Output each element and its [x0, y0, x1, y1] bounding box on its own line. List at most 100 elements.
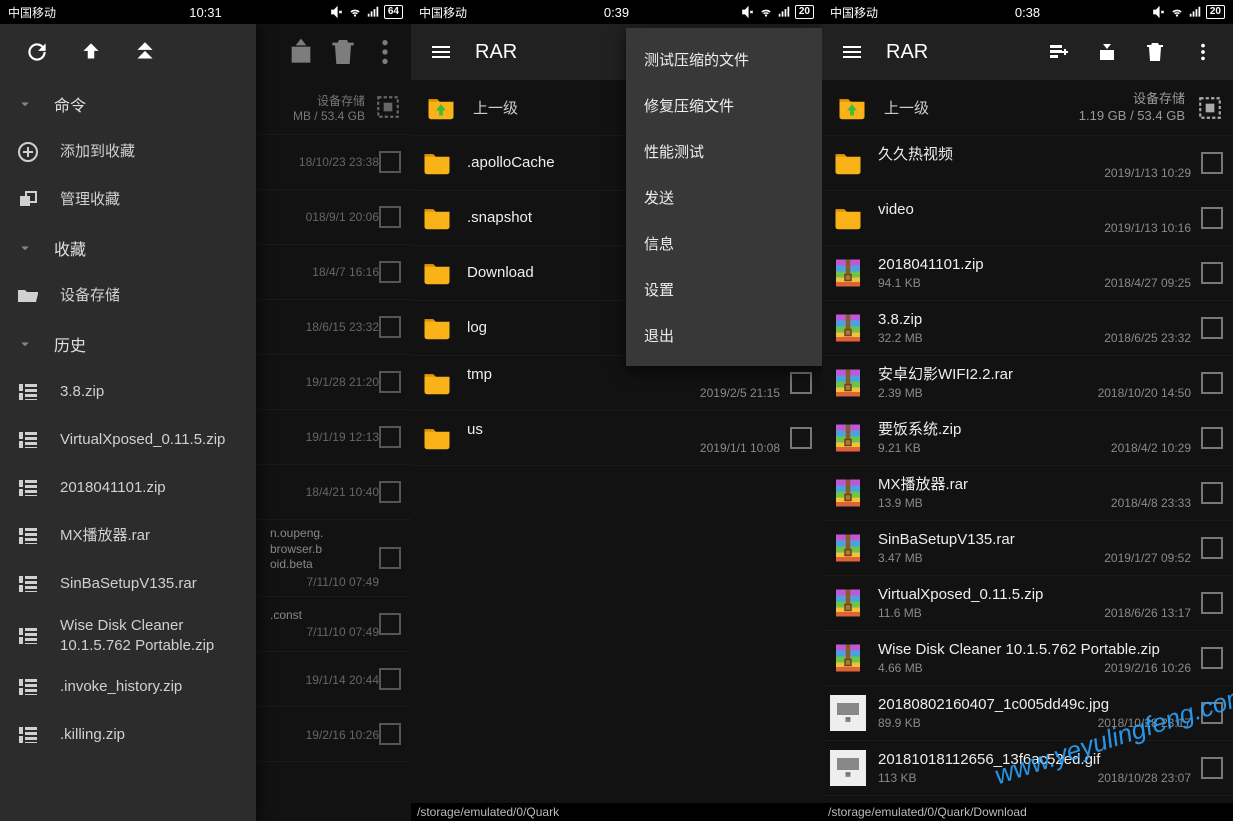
history-item[interactable]: VirtualXposed_0.11.5.zip	[0, 416, 256, 464]
more-icon[interactable]	[369, 36, 401, 68]
battery-indicator: 20	[795, 5, 814, 19]
file-name: tmp	[467, 366, 780, 385]
menu-item[interactable]: 测试压缩的文件	[626, 36, 822, 82]
history-item[interactable]: MX播放器.rar	[0, 512, 256, 560]
history-item-label: 2018041101.zip	[60, 478, 240, 498]
archive-icon	[828, 473, 868, 513]
file-row[interactable]: SinBaSetupV135.rar3.47 MB2019/1/27 09:52	[822, 521, 1233, 576]
trash-icon[interactable]	[327, 36, 359, 68]
history-item[interactable]: .invoke_history.zip	[0, 663, 256, 711]
arrow-up-icon[interactable]	[78, 39, 104, 65]
checkbox[interactable]	[379, 723, 401, 745]
history-item-label: VirtualXposed_0.11.5.zip	[60, 430, 240, 450]
file-row[interactable]: us2019/1/1 10:08	[411, 411, 822, 466]
list-add-icon[interactable]	[1037, 30, 1081, 74]
checkbox[interactable]	[379, 371, 401, 393]
folder-icon	[828, 143, 868, 183]
checkbox[interactable]	[379, 261, 401, 283]
chevron-down-icon	[16, 335, 34, 353]
file-name: 20180802160407_1c005dd49c.jpg	[878, 696, 1191, 715]
screen-1: 中国移动 10:31 64 设备存储 MB / 53.4 GB 18/10/23…	[0, 0, 411, 821]
file-row[interactable]: Wise Disk Cleaner 10.1.5.762 Portable.zi…	[822, 631, 1233, 686]
history-item[interactable]: 3.8.zip	[0, 368, 256, 416]
checkbox[interactable]	[379, 316, 401, 338]
file-row[interactable]: ▦20181018112656_13f6ac52ed.gif113 KB2018…	[822, 741, 1233, 796]
history-item[interactable]: .killing.zip	[0, 711, 256, 759]
checkbox[interactable]	[379, 547, 401, 569]
menu-item[interactable]: 退出	[626, 312, 822, 358]
checkbox[interactable]	[1201, 317, 1223, 339]
folder-open-icon	[16, 284, 40, 308]
menu-item[interactable]: 修复压缩文件	[626, 82, 822, 128]
up-one-level[interactable]: 上一级 设备存储 1.19 GB / 53.4 GB	[822, 80, 1233, 136]
add-to-favorites[interactable]: 添加到收藏	[0, 128, 256, 176]
file-row[interactable]: MX播放器.rar13.9 MB2018/4/8 23:33	[822, 466, 1233, 521]
checkbox[interactable]	[1201, 207, 1223, 229]
checkbox[interactable]	[1201, 757, 1223, 779]
select-all-icon[interactable]	[375, 94, 401, 120]
archive-icon	[828, 583, 868, 623]
checkbox[interactable]	[1201, 537, 1223, 559]
checkbox[interactable]	[1201, 647, 1223, 669]
checkbox[interactable]	[379, 668, 401, 690]
clock: 0:39	[604, 5, 629, 20]
menu-item[interactable]: 设置	[626, 266, 822, 312]
carrier: 中国移动	[830, 4, 878, 21]
checkbox[interactable]	[1201, 702, 1223, 724]
screen-3: 中国移动 0:38 20 RAR 上一级 设备存储 1.19 GB / 53.4…	[822, 0, 1233, 821]
hamburger-menu[interactable]	[830, 30, 874, 74]
archive-grid-icon	[16, 380, 40, 404]
add-archive-icon[interactable]	[285, 36, 317, 68]
extract-icon[interactable]	[1085, 30, 1129, 74]
history-item-label: .invoke_history.zip	[60, 677, 240, 697]
file-row[interactable]: VirtualXposed_0.11.5.zip11.6 MB2018/6/26…	[822, 576, 1233, 631]
menu-item[interactable]: 信息	[626, 220, 822, 266]
file-row[interactable]: ▦20180802160407_1c005dd49c.jpg89.9 KB201…	[822, 686, 1233, 741]
file-row[interactable]: 久久热视频2019/1/13 10:29	[822, 136, 1233, 191]
section-history[interactable]: 历史	[0, 320, 256, 368]
file-row[interactable]: 3.8.zip32.2 MB2018/6/25 23:32	[822, 301, 1233, 356]
file-row[interactable]: video2019/1/13 10:16	[822, 191, 1233, 246]
manage-favorites[interactable]: 管理收藏	[0, 176, 256, 224]
file-list[interactable]: 上一级 设备存储 1.19 GB / 53.4 GB 久久热视频2019/1/1…	[822, 80, 1233, 803]
carrier: 中国移动	[8, 4, 56, 21]
file-row[interactable]: 要饭系统.zip9.21 KB2018/4/2 10:29	[822, 411, 1233, 466]
folder-icon	[417, 253, 457, 293]
more-icon[interactable]	[1181, 30, 1225, 74]
double-up-icon[interactable]	[132, 39, 158, 65]
checkbox[interactable]	[1201, 262, 1223, 284]
menu-item[interactable]: 发送	[626, 174, 822, 220]
checkbox[interactable]	[379, 206, 401, 228]
checkbox[interactable]	[790, 372, 812, 394]
section-favorites[interactable]: 收藏	[0, 224, 256, 272]
checkbox[interactable]	[1201, 152, 1223, 174]
select-all-icon[interactable]	[1197, 95, 1223, 121]
checkbox[interactable]	[1201, 372, 1223, 394]
menu-item[interactable]: 性能测试	[626, 128, 822, 174]
folder-up-icon	[832, 88, 872, 128]
app-toolbar: RAR	[822, 24, 1233, 80]
history-item[interactable]: Wise Disk Cleaner 10.1.5.762 Portable.zi…	[0, 608, 256, 663]
checkbox[interactable]	[379, 481, 401, 503]
history-item[interactable]: 2018041101.zip	[0, 464, 256, 512]
hamburger-menu[interactable]	[419, 30, 463, 74]
section-commands[interactable]: 命令	[0, 80, 256, 128]
file-size: 113 KB	[878, 771, 916, 785]
checkbox[interactable]	[1201, 482, 1223, 504]
file-row[interactable]: 2018041101.zip94.1 KB2018/4/27 09:25	[822, 246, 1233, 301]
checkbox[interactable]	[379, 151, 401, 173]
file-row[interactable]: 安卓幻影WIFI2.2.rar2.39 MB2018/10/20 14:50	[822, 356, 1233, 411]
history-item[interactable]: SinBaSetupV135.rar	[0, 560, 256, 608]
checkbox[interactable]	[790, 427, 812, 449]
background-file-list: 设备存储 MB / 53.4 GB 18/10/23 23:38018/9/1 …	[256, 80, 411, 821]
checkbox[interactable]	[379, 613, 401, 635]
file-date: 2019/1/13 10:29	[1104, 166, 1191, 180]
checkbox[interactable]	[379, 426, 401, 448]
checkbox[interactable]	[1201, 592, 1223, 614]
file-name: 2018041101.zip	[878, 256, 1191, 275]
app-title: RAR	[886, 41, 928, 64]
refresh-icon[interactable]	[24, 39, 50, 65]
trash-icon[interactable]	[1133, 30, 1177, 74]
favorite-device-storage[interactable]: 设备存储	[0, 272, 256, 320]
checkbox[interactable]	[1201, 427, 1223, 449]
